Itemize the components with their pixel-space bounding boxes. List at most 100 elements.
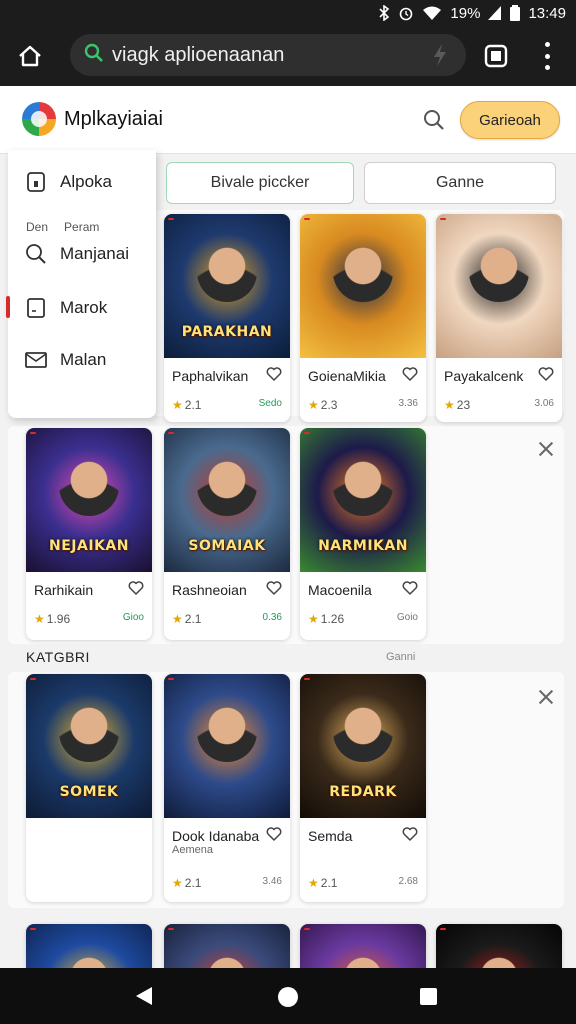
- game-thumbnail[interactable]: REDARK: [300, 674, 426, 818]
- game-card[interactable]: Payakalcenk ★ 23 3.06: [436, 214, 562, 422]
- file-icon: [24, 296, 48, 320]
- star-icon: ★: [308, 612, 319, 626]
- character-figure: [59, 456, 119, 516]
- star-icon: ★: [34, 612, 45, 626]
- character-figure: [197, 242, 257, 302]
- rating: ★ 2.1: [172, 876, 201, 890]
- favorite-heart-icon[interactable]: [266, 580, 282, 596]
- new-badge: [168, 678, 174, 680]
- bluetooth-icon: [378, 5, 390, 21]
- game-card[interactable]: REDARK Semda ★ 2.1 2.68: [300, 674, 426, 902]
- drawer-item-marok[interactable]: Marok: [24, 296, 107, 320]
- star-icon: ★: [172, 612, 183, 626]
- card-meta: Gioo: [122, 612, 144, 623]
- game-thumbnail[interactable]: SOMAIAK: [164, 428, 290, 572]
- overflow-menu-icon[interactable]: [536, 38, 558, 74]
- recents-icon[interactable]: [420, 988, 437, 1005]
- game-card[interactable]: Dook Idanaba ★ 2.1 3.46 Aemena: [164, 674, 290, 902]
- status-bar: 19% 13:49: [0, 0, 576, 26]
- section-label: Den: [26, 220, 49, 234]
- thumbnail-title: SOMEK: [59, 784, 119, 800]
- new-badge: [440, 218, 446, 220]
- game-thumbnail[interactable]: SOMEK: [26, 674, 152, 818]
- alarm-icon: [398, 5, 414, 21]
- game-thumbnail[interactable]: PARAKHAN: [164, 214, 290, 358]
- favorite-heart-icon[interactable]: [266, 826, 282, 842]
- drawer-item-label: Malan: [60, 350, 107, 369]
- favorite-heart-icon[interactable]: [402, 366, 418, 382]
- rating: ★ 2.1: [172, 612, 201, 626]
- home-icon[interactable]: [0, 26, 60, 86]
- app-title: Mplkayiaiai: [64, 108, 163, 130]
- close-icon[interactable]: [538, 689, 554, 705]
- game-subtitle: Aemena: [172, 844, 213, 856]
- filter-button-primary[interactable]: Bivale piccker: [166, 162, 354, 204]
- game-name: Macoenila: [308, 582, 372, 598]
- favorite-heart-icon[interactable]: [128, 580, 144, 596]
- drawer-item-label: Manjanai: [60, 244, 129, 263]
- game-name: Payakalcenk: [444, 368, 524, 384]
- card-meta: 3.46: [262, 876, 282, 887]
- close-icon[interactable]: [538, 441, 554, 457]
- filter-button-game[interactable]: Ganne: [364, 162, 556, 204]
- game-card[interactable]: NEJAIKAN Rarhikain ★ 1.96 Gioo: [26, 428, 152, 640]
- drawer-item-malan[interactable]: Malan: [24, 348, 106, 372]
- back-icon[interactable]: [136, 987, 152, 1005]
- home-icon[interactable]: [278, 987, 298, 1007]
- rating-value: 2.1: [184, 612, 202, 626]
- thumbnail-title: PARAKHAN: [181, 324, 273, 340]
- game-card[interactable]: PARAKHAN Paphalvikan ★ 2.1 Sedo: [164, 214, 290, 422]
- card-meta: 0.36: [262, 612, 282, 623]
- new-badge: [168, 218, 174, 220]
- new-badge: [304, 678, 310, 680]
- game-thumbnail[interactable]: [436, 214, 562, 358]
- character-figure: [197, 456, 257, 516]
- browser-toolbar: viagk aplioenaanan: [0, 26, 576, 86]
- navigation-drawer: Alpoka Den Peram Manjanai Marok Malan: [6, 150, 156, 418]
- thumbnail-title: NARMIKAN: [318, 538, 408, 554]
- bolt-icon[interactable]: [432, 44, 448, 71]
- character-figure: [469, 242, 529, 302]
- favorite-heart-icon[interactable]: [266, 366, 282, 382]
- card-meta: Sedo: [258, 398, 282, 409]
- character-figure: [333, 702, 393, 762]
- wifi-icon: [422, 5, 442, 21]
- mail-icon: [24, 348, 48, 372]
- game-thumbnail[interactable]: NEJAIKAN: [26, 428, 152, 572]
- game-thumbnail[interactable]: [300, 214, 426, 358]
- active-item-marker: [6, 296, 10, 318]
- drawer-item-manjanai[interactable]: Manjanai: [24, 242, 129, 266]
- drawer-item-alpoka[interactable]: Alpoka: [24, 170, 112, 194]
- new-badge: [304, 928, 310, 930]
- game-thumbnail[interactable]: NARMIKAN: [300, 428, 426, 572]
- game-card[interactable]: SOMAIAK Rashneoian ★ 2.1 0.36: [164, 428, 290, 640]
- system-navigation-bar: [0, 968, 576, 1024]
- thumbnail-title: REDARK: [329, 784, 397, 800]
- rating: ★ 1.26: [308, 612, 344, 626]
- search-icon[interactable]: [422, 108, 446, 132]
- star-icon: ★: [308, 398, 319, 412]
- drawer-section-header: Den Peram: [26, 220, 99, 234]
- game-card[interactable]: NARMIKAN Macoenila ★ 1.26 Goio: [300, 428, 426, 640]
- game-name: Rarhikain: [34, 582, 94, 598]
- favorite-heart-icon[interactable]: [402, 580, 418, 596]
- section-link[interactable]: Ganni: [386, 651, 415, 663]
- rating: ★ 2.1: [172, 398, 201, 412]
- address-bar[interactable]: viagk aplioenaanan: [70, 34, 466, 76]
- favorite-heart-icon[interactable]: [538, 366, 554, 382]
- game-thumbnail[interactable]: [164, 674, 290, 818]
- tabs-icon[interactable]: [482, 42, 510, 70]
- new-badge: [440, 928, 446, 930]
- game-name: Dook Idanaba: [172, 828, 260, 844]
- favorite-heart-icon[interactable]: [402, 826, 418, 842]
- search-icon: [84, 43, 104, 68]
- tablet-icon: [24, 170, 48, 194]
- section-title: KATGBRI: [26, 649, 90, 665]
- header-action-button[interactable]: Garieoah: [460, 101, 560, 139]
- battery-icon: [510, 5, 521, 21]
- game-name: Rashneoian: [172, 582, 247, 598]
- game-card[interactable]: SOMEK: [26, 674, 152, 902]
- signal-icon: [488, 5, 502, 21]
- game-card[interactable]: GoienaMikia ★ 2.3 3.36: [300, 214, 426, 422]
- new-badge: [304, 432, 310, 434]
